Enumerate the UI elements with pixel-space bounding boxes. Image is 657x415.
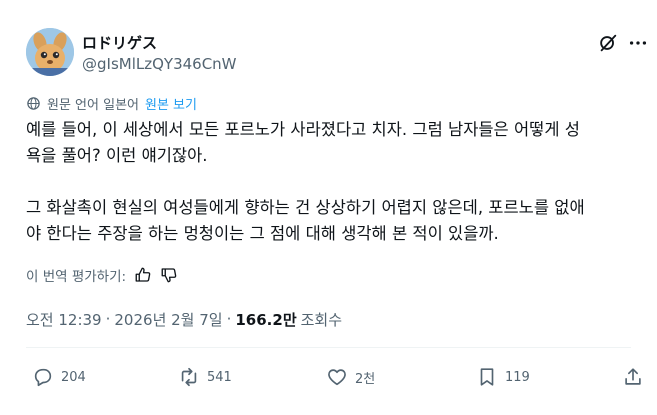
share-button[interactable] xyxy=(622,365,651,389)
like-count: 2천 xyxy=(355,371,376,387)
grok-slash-icon[interactable] xyxy=(597,32,619,54)
reply-count: 204 xyxy=(61,369,86,385)
thumbs-down-icon[interactable] xyxy=(160,266,178,284)
meta-separator: · xyxy=(226,310,232,328)
repost-icon xyxy=(181,367,197,387)
reply-button[interactable]: 204 xyxy=(32,365,86,389)
more-icon[interactable] xyxy=(627,32,649,54)
like-button[interactable]: 2천 xyxy=(326,365,375,389)
divider xyxy=(26,347,631,348)
bookmark-icon xyxy=(480,368,494,386)
post-time[interactable]: 오전 12:39 xyxy=(26,309,102,330)
show-original-link[interactable]: 원본 보기 xyxy=(145,94,197,113)
post-text: 예를 들어, 이 세상에서 모든 포르노가 사라졌다고 치자. 그럼 남자들은 … xyxy=(26,117,636,247)
heart-icon xyxy=(328,369,346,386)
display-name[interactable]: ロドリゲス xyxy=(82,32,157,53)
rate-translation: 이 번역 평가하기: xyxy=(26,264,178,286)
post-meta: 오전 12:39 · 2026년 2월 7일 · 166.2만 조회수 xyxy=(26,309,342,329)
avatar[interactable] xyxy=(26,28,74,76)
translation-notice: 원문 언어 일본어 원본 보기 xyxy=(26,94,197,113)
post-date[interactable]: 2026년 2월 7일 xyxy=(114,309,222,330)
tweet-detail: ロドリゲス @gIsMlLzQY346CnW 원문 언어 일본어 원본 보기 예… xyxy=(0,0,657,415)
action-bar: 204 541 2천 119 xyxy=(0,362,657,392)
bookmark-count: 119 xyxy=(505,369,530,385)
repost-count: 541 xyxy=(207,369,232,385)
share-icon xyxy=(625,368,641,385)
repost-button[interactable]: 541 xyxy=(178,365,232,389)
views-count: 166.2만 xyxy=(235,310,297,329)
post-line: 야 한다는 주장을 하는 멍청이는 그 점에 대해 생각해 본 적이 있을까. xyxy=(26,224,499,243)
rate-translation-label: 이 번역 평가하기: xyxy=(26,269,127,285)
meta-separator: · xyxy=(105,310,111,328)
views-label: 조회수 xyxy=(300,310,343,329)
thumbs-up-icon[interactable] xyxy=(134,266,152,284)
globe-icon xyxy=(26,96,41,111)
source-language-label: 원문 언어 일본어 xyxy=(47,97,139,113)
reply-icon xyxy=(34,368,52,387)
user-handle[interactable]: @gIsMlLzQY346CnW xyxy=(82,55,237,73)
post-line: 그 화살촉이 현실의 여성들에게 향하는 건 상상하기 어렵지 않은데, 포르노… xyxy=(26,198,585,217)
post-line: 예를 들어, 이 세상에서 모든 포르노가 사라졌다고 치자. 그럼 남자들은 … xyxy=(26,120,580,139)
bookmark-button[interactable]: 119 xyxy=(476,365,530,389)
post-line: 욕을 풀어? 이런 얘기잖아. xyxy=(26,146,208,165)
